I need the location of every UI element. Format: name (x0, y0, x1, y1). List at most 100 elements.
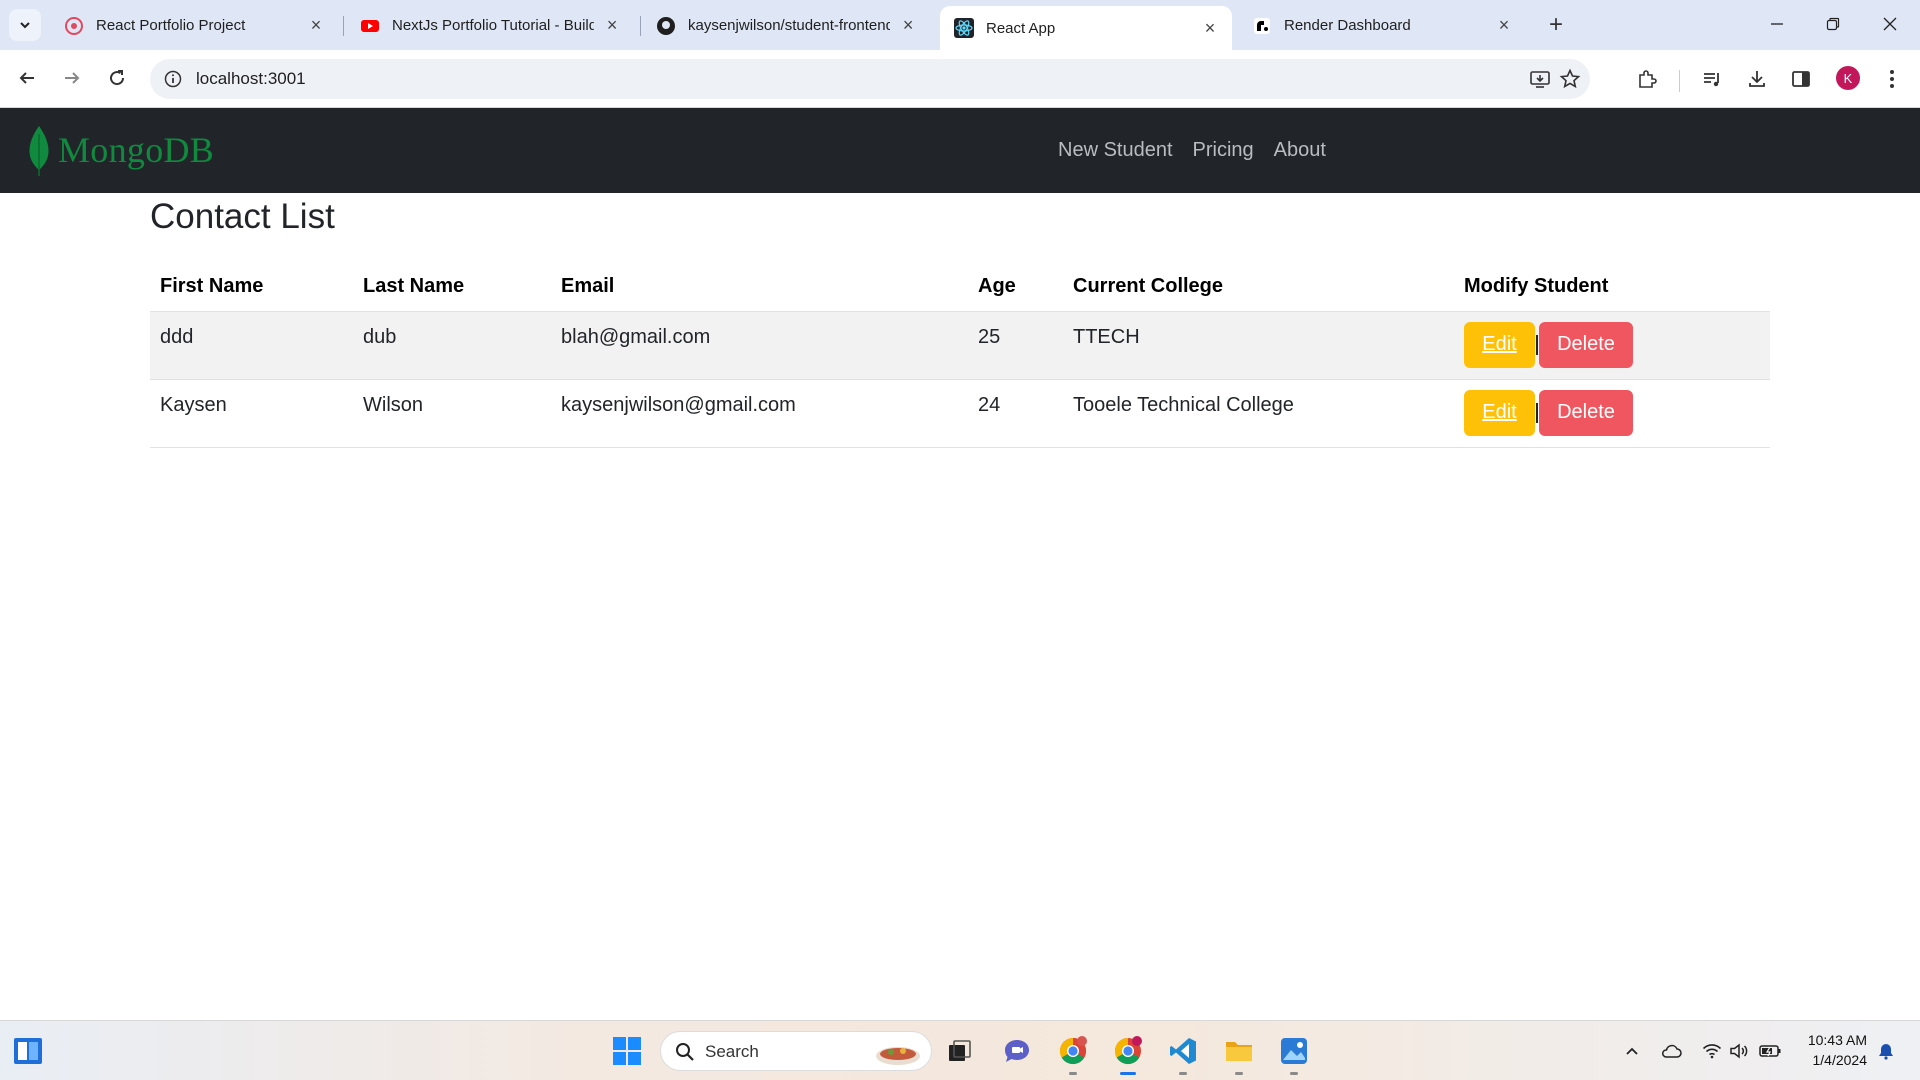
youtube-favicon (360, 16, 380, 36)
photos-button[interactable] (1274, 1031, 1314, 1075)
battery-button[interactable] (1758, 1039, 1782, 1063)
downloads-icon[interactable] (1743, 65, 1771, 93)
restore-button[interactable] (1813, 8, 1853, 40)
tab-title: NextJs Portfolio Tutorial - Build (392, 17, 595, 34)
widgets-icon (14, 1038, 42, 1064)
chrome-profile-1-button[interactable] (1053, 1031, 1093, 1075)
tab-react-app[interactable]: React App × (940, 6, 1232, 50)
vscode-button[interactable] (1163, 1031, 1203, 1075)
cell-college: TTECH (1063, 311, 1454, 380)
volume-button[interactable] (1727, 1039, 1751, 1063)
url-text: localhost:3001 (196, 69, 306, 88)
tab-nextjs-tutorial[interactable]: NextJs Portfolio Tutorial - Build × (346, 7, 634, 44)
cell-last-name: Wilson (353, 379, 551, 448)
start-button[interactable] (607, 1031, 647, 1071)
page-title: Contact List (150, 197, 335, 236)
tab-title: Render Dashboard (1284, 17, 1411, 34)
menu-kebab-icon[interactable] (1878, 65, 1906, 93)
close-icon (1883, 17, 1897, 31)
chrome-icon (1059, 1036, 1087, 1065)
widgets-button[interactable] (8, 1031, 48, 1071)
side-panel-icon[interactable] (1787, 65, 1815, 93)
button-separator (1536, 334, 1538, 355)
cell-first-name: Kaysen (150, 379, 353, 448)
column-header-email: Email (551, 263, 968, 312)
search-highlight-icon (876, 1047, 920, 1065)
chrome-profile-2-button[interactable] (1108, 1031, 1148, 1075)
taskbar-search[interactable]: Search (660, 1031, 932, 1071)
teams-chat-button[interactable] (997, 1031, 1037, 1071)
install-app-icon[interactable] (1528, 67, 1552, 91)
chevron-down-icon (20, 22, 30, 29)
delete-button[interactable]: Delete (1539, 389, 1633, 436)
show-hidden-icons-button[interactable] (1620, 1039, 1644, 1063)
delete-button[interactable]: Delete (1539, 321, 1633, 368)
cell-first-name: ddd (150, 311, 353, 380)
column-header-age: Age (968, 263, 1063, 312)
profile-avatar[interactable]: K (1836, 66, 1860, 90)
battery-charging-icon (1759, 1045, 1781, 1057)
render-favicon (1252, 16, 1272, 36)
column-header-modify: Modify Student (1454, 263, 1770, 312)
onedrive-button[interactable] (1659, 1039, 1683, 1063)
file-explorer-button[interactable] (1219, 1031, 1259, 1075)
running-indicator (1069, 1072, 1077, 1075)
close-tab-icon[interactable]: × (1200, 18, 1220, 38)
react-portfolio-favicon (64, 16, 84, 36)
chat-icon (1005, 1040, 1029, 1062)
reload-button[interactable] (101, 62, 133, 94)
button-separator (1536, 402, 1538, 423)
bookmark-star-icon[interactable] (1558, 67, 1582, 91)
clock-time: 10:43 AM (1807, 1032, 1867, 1048)
cloud-icon (1662, 1044, 1682, 1058)
react-favicon (954, 18, 974, 38)
cell-age: 24 (968, 379, 1063, 448)
close-window-button[interactable] (1870, 8, 1910, 40)
cell-college: Tooele Technical College (1063, 379, 1454, 448)
notifications-button[interactable] (1874, 1039, 1898, 1063)
forward-button[interactable] (56, 62, 88, 94)
minimize-icon (1771, 23, 1783, 25)
running-indicator (1179, 1072, 1187, 1075)
reload-icon (110, 70, 125, 86)
speaker-icon (1730, 1043, 1748, 1059)
search-placeholder: Search (705, 1042, 759, 1061)
brand-name: MongoDB (58, 130, 215, 170)
forward-arrow-icon (65, 72, 80, 84)
photos-icon (1281, 1038, 1307, 1064)
nav-link-pricing[interactable]: Pricing (1193, 139, 1254, 162)
nav-link-new-student[interactable]: New Student (1058, 139, 1173, 162)
close-tab-icon[interactable]: × (306, 15, 326, 36)
tab-search-button[interactable] (9, 9, 41, 41)
nav-links: New Student Pricing About (1058, 108, 1346, 193)
row-actions: Edit Delete (1464, 321, 1760, 368)
site-info-icon[interactable] (162, 68, 184, 90)
chevron-up-icon (1626, 1047, 1638, 1055)
github-favicon (656, 16, 676, 36)
wifi-button[interactable] (1700, 1039, 1724, 1063)
edit-button[interactable]: Edit (1464, 389, 1535, 436)
tab-title: React App (986, 19, 1056, 37)
tab-separator (640, 16, 641, 36)
nav-link-about[interactable]: About (1274, 139, 1326, 162)
cell-actions: Edit Delete (1454, 379, 1770, 448)
new-tab-button[interactable]: + (1541, 10, 1571, 40)
minimize-button[interactable] (1757, 8, 1797, 40)
close-tab-icon[interactable]: × (898, 15, 918, 36)
task-view-button[interactable] (940, 1031, 980, 1071)
edit-button[interactable]: Edit (1464, 321, 1535, 368)
tab-react-portfolio[interactable]: React Portfolio Project × (50, 7, 338, 44)
close-tab-icon[interactable]: × (602, 15, 622, 36)
folder-icon (1226, 1042, 1252, 1061)
table-row: ddd dub blah@gmail.com 25 TTECH Edit Del… (150, 311, 1770, 380)
close-tab-icon[interactable]: × (1494, 15, 1514, 36)
media-controls-icon[interactable] (1698, 65, 1726, 93)
tab-github[interactable]: kaysenjwilson/student-frontend × (642, 7, 930, 44)
system-clock[interactable]: 10:43 AM 1/4/2024 (1797, 1030, 1867, 1070)
tab-render-dashboard[interactable]: Render Dashboard × (1238, 7, 1526, 44)
brand-logo[interactable]: MongoDB (26, 124, 214, 176)
address-bar[interactable]: localhost:3001 (150, 59, 1590, 99)
cell-last-name: dub (353, 311, 551, 380)
back-button[interactable] (11, 62, 43, 94)
extensions-icon[interactable] (1633, 65, 1661, 93)
